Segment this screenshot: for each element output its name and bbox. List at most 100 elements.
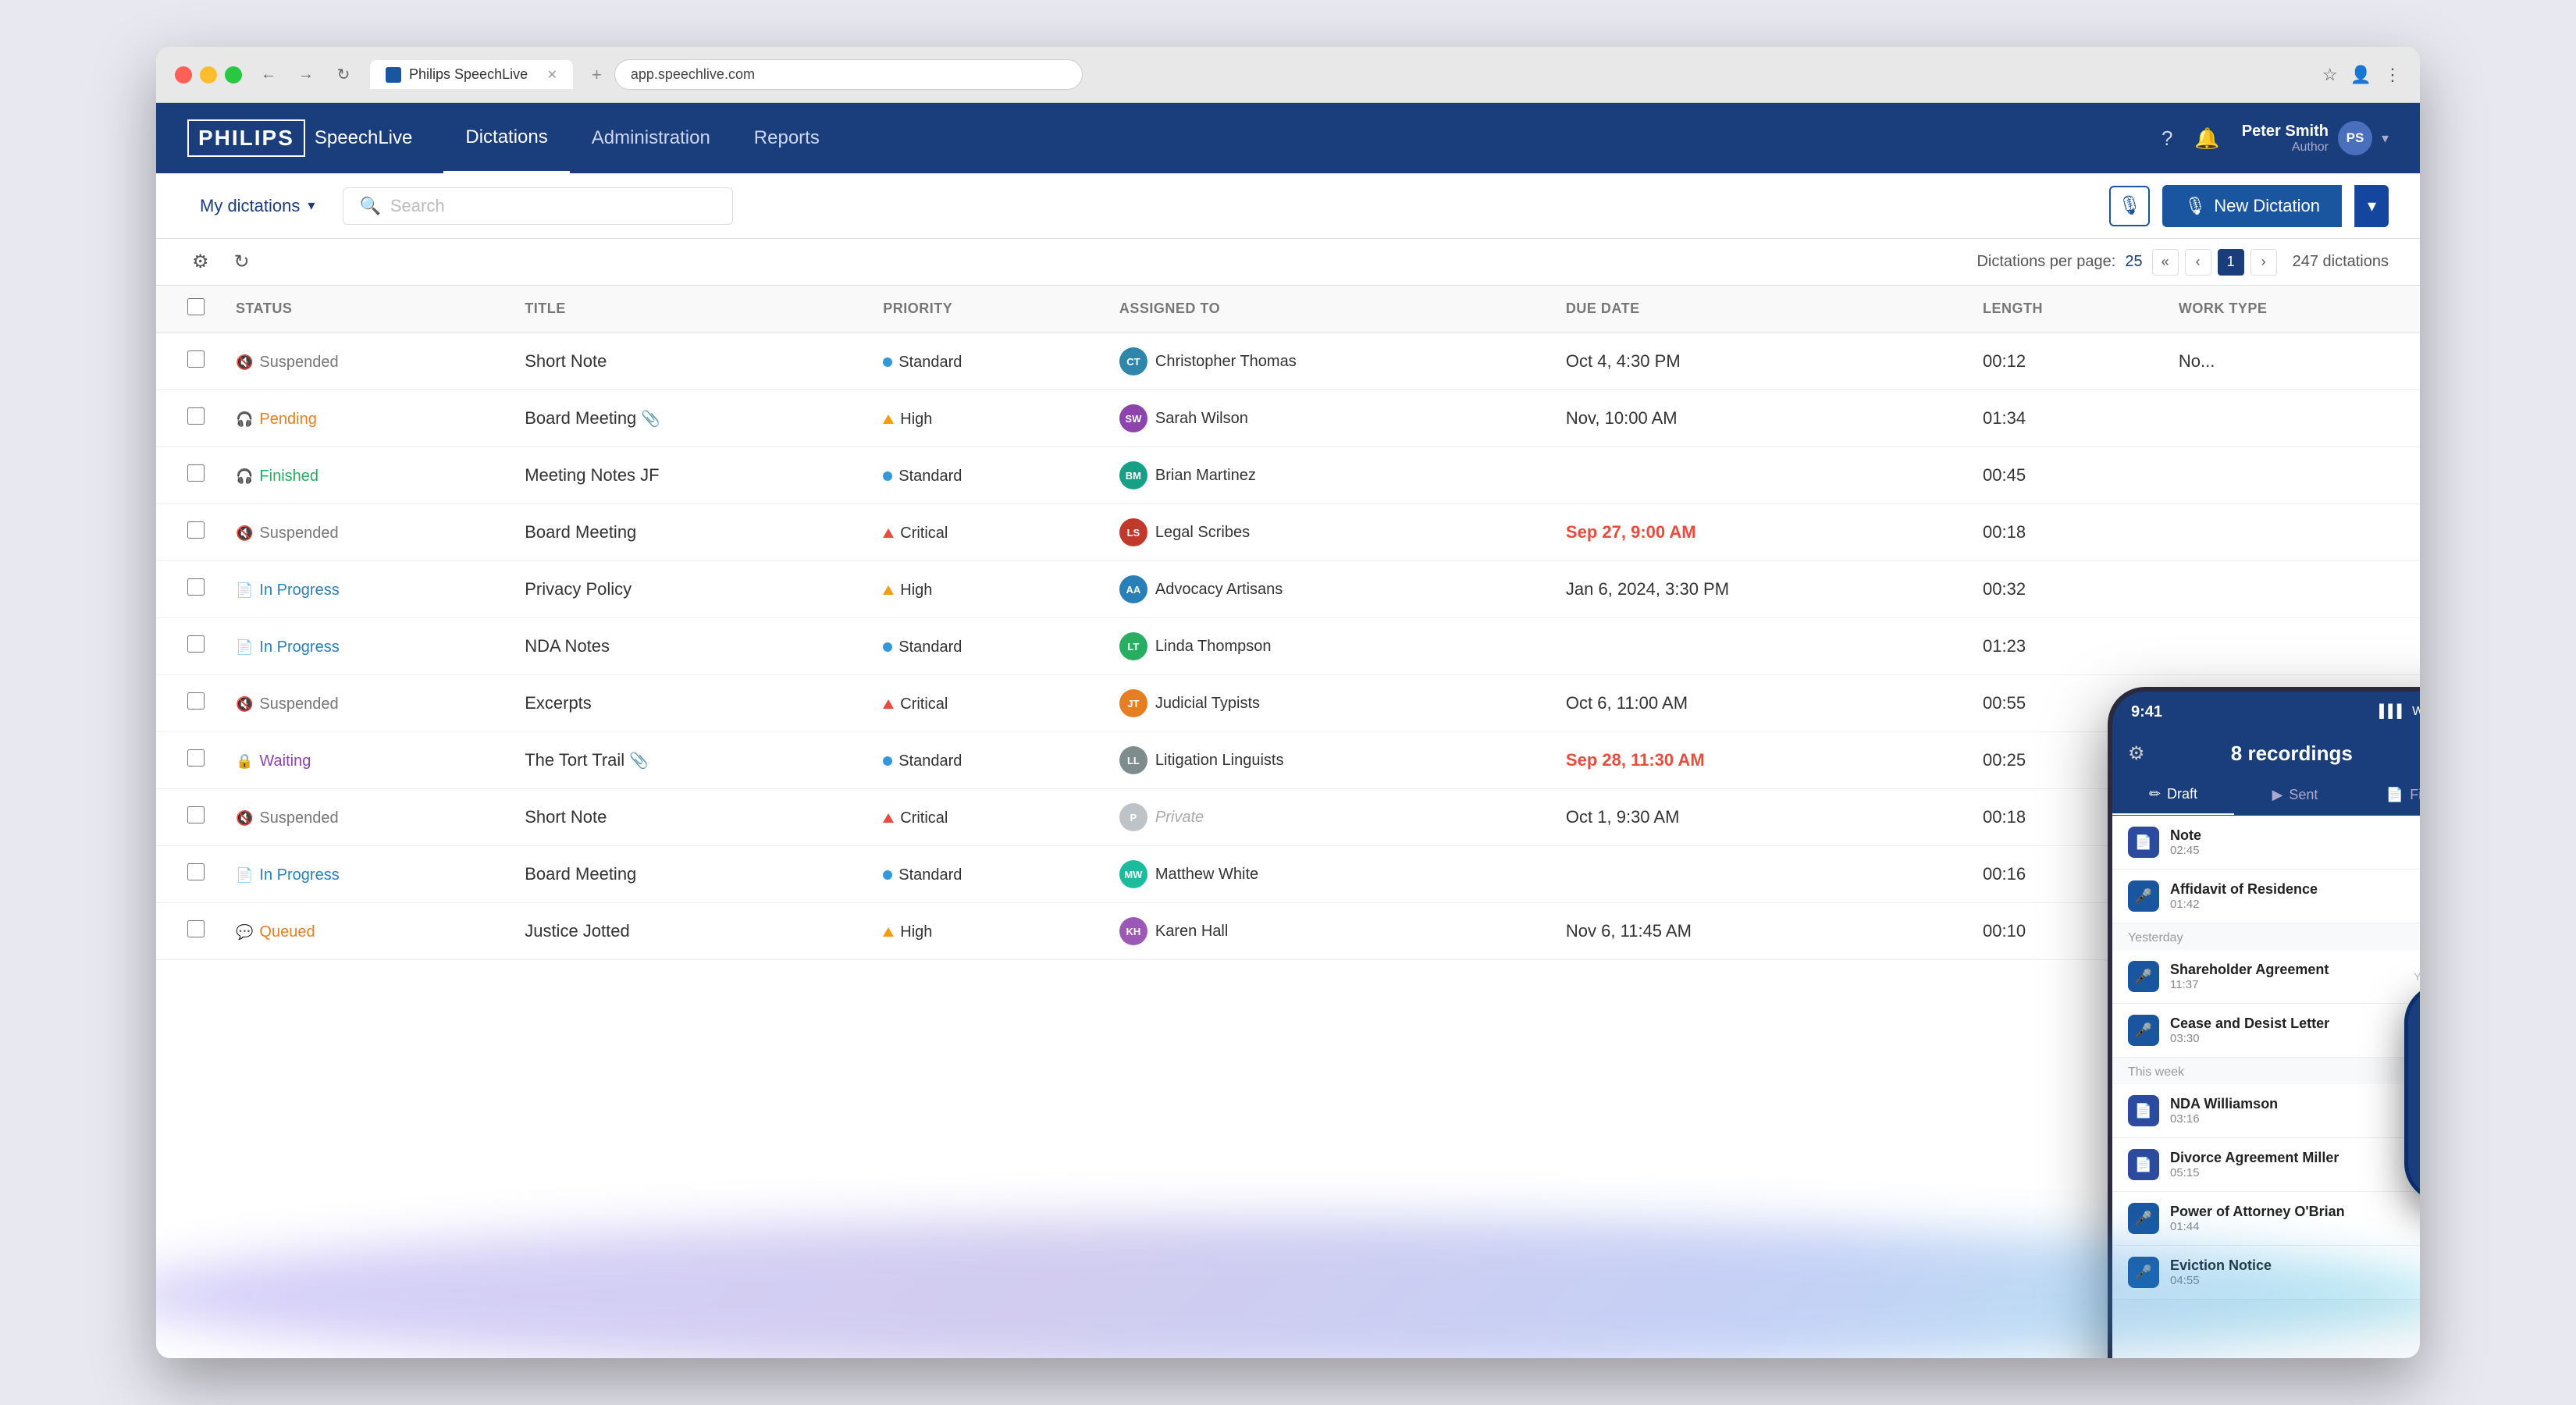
phone-list-item[interactable]: 📄 Divorce Agreement Miller 05:15 14 h (2112, 1138, 2420, 1192)
filter-settings-icon[interactable]: ⚙ (187, 246, 214, 278)
phone-list-item[interactable]: 📄 Note 02:45 10:22 (2112, 816, 2420, 870)
table-row[interactable]: 🎧 Pending Board Meeting 📎 High SW Sarah … (156, 390, 2420, 447)
phone-list-item[interactable]: 🎤 Shareholder Agreement 11:37 Yesterday (2112, 950, 2420, 1004)
finish-icon: 📄 (2386, 787, 2403, 803)
priority-dot (883, 756, 892, 766)
row-checkbox[interactable] (187, 863, 205, 880)
priority-badge: Standard (883, 638, 962, 656)
dictation-title: NDA Notes (525, 636, 610, 656)
row-checkbox[interactable] (187, 692, 205, 710)
assignee-name: Litigation Linguists (1155, 752, 1284, 770)
notifications-icon[interactable]: 🔔 (2194, 126, 2219, 151)
table-row[interactable]: 💬 Queued Justice Jotted High KH Karen Ha… (156, 903, 2420, 960)
split-chevron-icon: ▾ (2368, 196, 2376, 215)
phone-tab-draft[interactable]: ✏ Draft (2112, 775, 2234, 815)
select-all-checkbox[interactable] (187, 298, 205, 315)
table-row[interactable]: 📄 In Progress Privacy Policy High AA Adv… (156, 561, 2420, 618)
dictation-title: Board Meeting (525, 864, 636, 884)
address-bar[interactable]: app.speechlive.com (614, 59, 1083, 90)
filter-chevron-icon: ▾ (308, 197, 315, 214)
user-menu-chevron: ▾ (2382, 130, 2389, 147)
phone-tab-sent[interactable]: ▶ Sent (2234, 775, 2356, 815)
priority-dot (883, 585, 894, 595)
browser-tab[interactable]: Philips SpeechLive ✕ (370, 60, 573, 89)
close-dot[interactable] (175, 66, 192, 84)
phone-list-item[interactable]: 🎤 Power of Attorney O'Brian 01:44 13 h (2112, 1192, 2420, 1246)
search-bar[interactable]: 🔍 Search (343, 187, 733, 225)
maximize-dot[interactable] (225, 66, 242, 84)
due-date: Nov 6, 11:45 AM (1566, 921, 1692, 941)
table-row[interactable]: 🔇 Suspended Short Note Critical P Privat… (156, 789, 2420, 846)
phone-item-icon: 🎤 (2128, 880, 2159, 912)
row-checkbox[interactable] (187, 806, 205, 823)
table-row[interactable]: 📄 In Progress NDA Notes Standard LT Lind… (156, 618, 2420, 675)
assignee-avatar: JT (1119, 689, 1147, 717)
user-name: Peter Smith (2242, 123, 2329, 140)
new-tab-button[interactable]: + (592, 65, 602, 85)
row-checkbox[interactable] (187, 350, 205, 368)
user-menu[interactable]: Peter Smith Author PS ▾ (2242, 121, 2389, 155)
row-checkbox[interactable] (187, 464, 205, 482)
phone-status-bar: 9:41 ▌▌▌ WiFi 🔋 (2112, 692, 2420, 732)
row-checkbox[interactable] (187, 521, 205, 539)
phone-item-content: Power of Attorney O'Brian 01:44 (2170, 1204, 2420, 1233)
col-work-type: WORK TYPE (2163, 286, 2420, 333)
forward-button[interactable]: → (292, 61, 320, 89)
assignee: KH Karen Hall (1119, 917, 1228, 945)
phone-list-item[interactable]: 📄 NDA Williamson 03:16 14 h (2112, 1084, 2420, 1138)
phone-settings-icon[interactable]: ⚙ (2128, 742, 2145, 765)
row-checkbox[interactable] (187, 635, 205, 653)
phone-list-item[interactable]: 🎤 Cease and Desist Letter 03:30 Yesterda… (2112, 1004, 2420, 1058)
nav-item-dictations[interactable]: Dictations (443, 103, 569, 173)
next-page-button[interactable]: › (2250, 249, 2277, 276)
back-button[interactable]: ← (254, 61, 283, 89)
account-icon[interactable]: 👤 (2350, 65, 2371, 85)
table-row[interactable]: 🔇 Suspended Excerpts Critical JT Judicia… (156, 675, 2420, 732)
due-date: Oct 1, 9:30 AM (1566, 807, 1680, 827)
nav-item-reports[interactable]: Reports (732, 103, 841, 173)
status-badge: 🎧 Pending (236, 411, 317, 429)
priority-dot (883, 642, 892, 652)
table-row[interactable]: 🔇 Suspended Short Note Standard CT Chris… (156, 333, 2420, 390)
user-avatar[interactable]: PS (2338, 121, 2372, 155)
new-dictation-button[interactable]: 🎙 New Dictation (2162, 185, 2342, 227)
reload-button[interactable]: ↻ (329, 61, 358, 89)
phone-list-item[interactable]: 🎤 Affidavit of Residence 01:42 09:57 (2112, 870, 2420, 923)
row-checkbox[interactable] (187, 920, 205, 937)
tab-favicon (386, 67, 401, 83)
first-page-button[interactable]: « (2152, 249, 2179, 276)
prev-page-button[interactable]: ‹ (2185, 249, 2211, 276)
bookmark-icon[interactable]: ☆ (2322, 65, 2338, 85)
tab-close-button[interactable]: ✕ (547, 67, 557, 83)
table-row[interactable]: 📄 In Progress Board Meeting Standard MW … (156, 846, 2420, 903)
assignee-name: Linda Thompson (1155, 638, 1272, 656)
mic-button[interactable]: 🎙 (2109, 186, 2150, 226)
phone-item-content: NDA Williamson 03:16 (2170, 1096, 2420, 1126)
col-assigned-to: ASSIGNED TO (1104, 286, 1550, 333)
help-icon[interactable]: ? (2161, 126, 2172, 151)
filter-dropdown[interactable]: My dictations ▾ (187, 188, 327, 224)
row-checkbox[interactable] (187, 749, 205, 767)
phone-recordings-title: 8 recordings (2145, 742, 2420, 766)
phone-item-content: Note 02:45 (2170, 827, 2420, 857)
new-dictation-split-button[interactable]: ▾ (2354, 185, 2389, 227)
minimize-dot[interactable] (200, 66, 217, 84)
browser-nav: ← → ↻ (254, 61, 358, 89)
priority-dot (883, 813, 894, 823)
row-checkbox[interactable] (187, 407, 205, 425)
menu-icon[interactable]: ⋮ (2384, 65, 2401, 85)
phone-item-duration: 11:37 (2170, 978, 2403, 991)
brand-speechlive: SpeechLive (315, 127, 412, 149)
table-row[interactable]: 🔇 Suspended Board Meeting Critical LS Le… (156, 504, 2420, 561)
phone-tab-finish[interactable]: 📄 Finish (2356, 775, 2420, 815)
table-row[interactable]: 🎧 Finished Meeting Notes JF Standard BM … (156, 447, 2420, 504)
phone-item-title: Affidavit of Residence (2170, 881, 2420, 898)
phone-item-title: Divorce Agreement Miller (2170, 1150, 2420, 1166)
table-row[interactable]: 🔒 Waiting The Tort Trail 📎 Standard LL L… (156, 732, 2420, 789)
nav-item-administration[interactable]: Administration (570, 103, 732, 173)
row-checkbox[interactable] (187, 578, 205, 596)
toolbar-right: 🎙 🎙 New Dictation ▾ (2109, 185, 2389, 227)
priority-badge: Standard (883, 354, 962, 372)
per-page-value[interactable]: 25 (2125, 253, 2142, 271)
refresh-icon[interactable]: ↻ (229, 246, 254, 278)
